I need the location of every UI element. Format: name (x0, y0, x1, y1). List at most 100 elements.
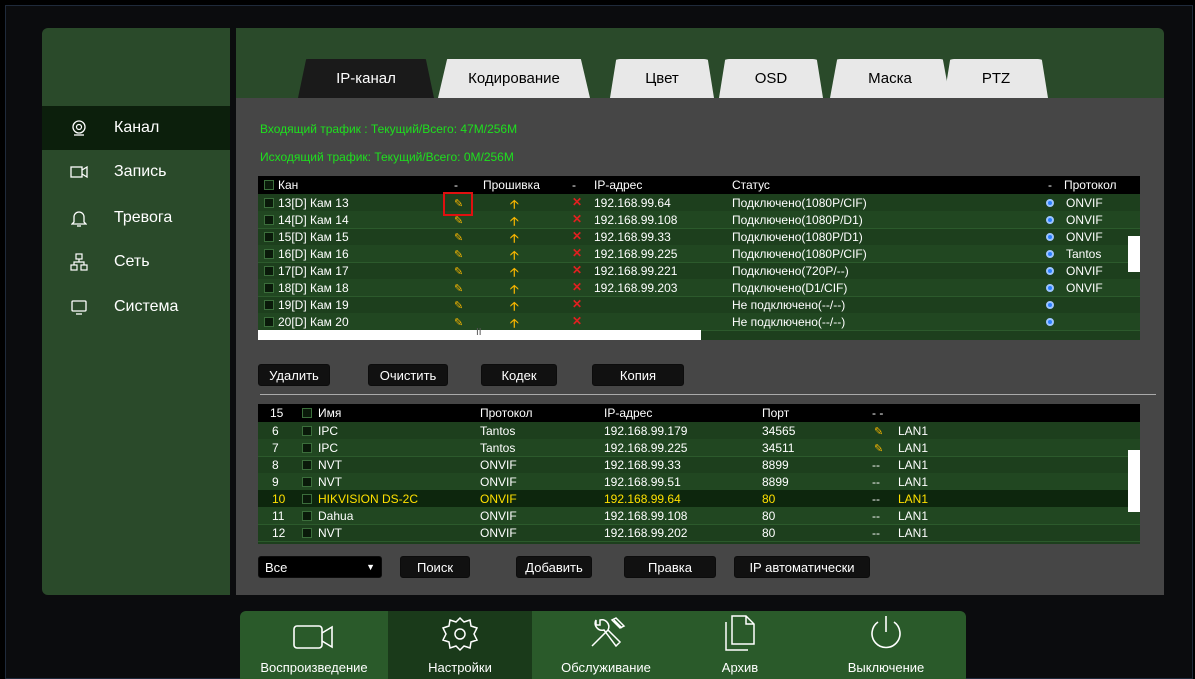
channel-ip: 192.168.99.225 (594, 247, 678, 261)
playback-button[interactable]: Воспроизведение (240, 611, 388, 679)
channel-status: Подключено(D1/CIF) (732, 281, 848, 295)
sidebar: Канал Запись Тревога Сеть Система (42, 28, 230, 595)
table-row[interactable]: 11 Dahua ONVIF 192.168.99.108 80 -- LAN1 (258, 507, 1140, 525)
channel-hscrollbar[interactable]: II (258, 327, 701, 340)
pencil-icon[interactable]: ✎ (454, 316, 463, 329)
sidebar-item-alarm[interactable]: Тревога (42, 196, 230, 240)
info-dot-icon[interactable] (1046, 216, 1054, 224)
table-row[interactable]: 9 NVT ONVIF 192.168.99.51 8899 -- LAN1 (258, 473, 1140, 491)
delete-x-icon[interactable]: ✕ (572, 195, 582, 209)
row-checkbox[interactable] (264, 266, 274, 276)
row-checkbox[interactable] (302, 460, 312, 470)
tab-mask[interactable]: Маска (830, 59, 950, 98)
info-dot-icon[interactable] (1046, 267, 1054, 275)
table-row[interactable]: 14[D] Кам 14 ✎ 🡡 ✕ 192.168.99.108 Подключено(… (258, 211, 1140, 229)
info-dot-icon[interactable] (1046, 284, 1054, 292)
row-checkbox[interactable] (264, 215, 274, 225)
pencil-icon[interactable]: ✎ (454, 299, 463, 312)
table-row[interactable]: 17[D] Кам 17 ✎ 🡡 ✕ 192.168.99.221 Подключено(… (258, 262, 1140, 280)
select-all-checkbox[interactable] (302, 408, 312, 418)
table-row[interactable]: 10 HIKVISION DS-2C ONVIF 192.168.99.64 80 -- L… (258, 490, 1140, 508)
table-row[interactable]: 15[D] Кам 15 ✎ 🡡 ✕ 192.168.99.33 Подключено(1… (258, 228, 1140, 246)
tab-encoding[interactable]: Кодирование (438, 59, 590, 98)
tab-label: PTZ (981, 70, 1011, 87)
add-button[interactable]: Добавить (516, 556, 592, 578)
delete-x-icon[interactable]: ✕ (572, 280, 582, 294)
device-scrollbar[interactable] (1128, 450, 1140, 512)
row-checkbox[interactable] (264, 317, 274, 327)
row-checkbox[interactable] (264, 249, 274, 259)
row-checkbox[interactable] (264, 283, 274, 293)
sidebar-item-channel[interactable]: Канал (42, 106, 230, 150)
pencil-icon[interactable]: ✎ (454, 282, 463, 295)
sidebar-item-network[interactable]: Сеть (42, 240, 230, 284)
delete-button[interactable]: Удалить (258, 364, 330, 386)
row-checkbox[interactable] (264, 198, 274, 208)
info-dot-icon[interactable] (1046, 301, 1054, 309)
row-checkbox[interactable] (302, 426, 312, 436)
select-all-checkbox[interactable] (264, 180, 274, 190)
table-header: 15 Имя Протокол IP-адрес Порт - - (258, 404, 1140, 422)
table-row[interactable]: 13[D] Кам 13 ✎ 🡡 ✕ 192.168.99.64 Подключено(1… (258, 194, 1140, 212)
edit-dash: -- (872, 458, 880, 472)
delete-x-icon[interactable]: ✕ (572, 297, 582, 311)
delete-x-icon[interactable]: ✕ (572, 263, 582, 277)
delete-x-icon[interactable]: ✕ (572, 212, 582, 226)
table-row[interactable]: 7 IPC Tantos 192.168.99.225 34511 ✎ LAN1 (258, 439, 1140, 457)
tab-osd[interactable]: OSD (719, 59, 823, 98)
pencil-icon[interactable]: ✎ (874, 425, 883, 438)
row-checkbox[interactable] (264, 232, 274, 242)
delete-x-icon[interactable]: ✕ (572, 314, 582, 328)
channel-name: 20[D] Кам 20 (278, 315, 349, 329)
info-dot-icon[interactable] (1046, 233, 1054, 241)
copy-button[interactable]: Копия (592, 364, 684, 386)
table-row[interactable]: 6 IPC Tantos 192.168.99.179 34565 ✎ LAN1 (258, 422, 1140, 440)
tab-color[interactable]: Цвет (610, 59, 714, 98)
table-row[interactable]: 12 NVT ONVIF 192.168.99.202 80 -- LAN1 (258, 524, 1140, 542)
edit-button[interactable]: Правка (624, 556, 716, 578)
row-checkbox[interactable] (302, 477, 312, 487)
table-row[interactable]: 19[D] Кам 19 ✎ 🡡 ✕ Не подключено(--/--) (258, 296, 1140, 314)
outgoing-traffic: Исходящий трафик: Текущий/Всего: 0M/256M (260, 150, 514, 164)
camera-lens-icon (70, 119, 88, 137)
tab-ip-channel[interactable]: IP-канал (298, 59, 434, 98)
table-row[interactable]: 20[D] Кам 20 ✎ 🡡 ✕ Не подключено(--/--) (258, 313, 1140, 331)
delete-x-icon[interactable]: ✕ (572, 229, 582, 243)
row-checkbox[interactable] (302, 511, 312, 521)
row-checkbox[interactable] (302, 494, 312, 504)
search-button[interactable]: Поиск (400, 556, 470, 578)
delete-x-icon[interactable]: ✕ (572, 246, 582, 260)
info-dot-icon[interactable] (1046, 318, 1054, 326)
pencil-icon[interactable]: ✎ (874, 442, 883, 455)
sidebar-item-system[interactable]: Система (42, 285, 230, 329)
codec-button[interactable]: Кодек (481, 364, 557, 386)
auto-ip-button[interactable]: IP автоматически (734, 556, 870, 578)
pencil-icon[interactable]: ✎ (454, 265, 463, 278)
sidebar-item-label: Тревога (114, 209, 173, 226)
maintenance-button[interactable]: Обслуживание (532, 611, 680, 679)
row-checkbox[interactable] (302, 528, 312, 538)
sidebar-item-record[interactable]: Запись (42, 150, 230, 194)
device-num: 11 (272, 509, 285, 523)
table-row[interactable]: 18[D] Кам 18 ✎ 🡡 ✕ 192.168.99.203 Подключено(… (258, 279, 1140, 297)
info-dot-icon[interactable] (1046, 250, 1054, 258)
pencil-icon[interactable]: ✎ (454, 231, 463, 244)
header-status: Статус (732, 178, 770, 192)
shutdown-button[interactable]: Выключение (806, 611, 966, 679)
archive-button[interactable]: Архив (680, 611, 800, 679)
row-checkbox[interactable] (302, 443, 312, 453)
settings-button[interactable]: Настройки (388, 611, 532, 679)
table-row[interactable]: 8 NVT ONVIF 192.168.99.33 8899 -- LAN1 (258, 456, 1140, 474)
row-checkbox[interactable] (264, 300, 274, 310)
pencil-icon[interactable]: ✎ (454, 248, 463, 261)
channel-scrollbar[interactable] (1128, 236, 1140, 272)
device-lan: LAN1 (898, 509, 929, 523)
filter-select[interactable]: Все ▼ (258, 556, 382, 578)
info-dot-icon[interactable] (1046, 199, 1054, 207)
device-ip: 192.168.99.51 (604, 475, 681, 489)
table-row[interactable]: 16[D] Кам 16 ✎ 🡡 ✕ 192.168.99.225 Подключено(… (258, 245, 1140, 263)
clear-button[interactable]: Очистить (368, 364, 448, 386)
tab-label: Маска (868, 70, 912, 87)
device-name: HIKVISION DS-2C (318, 492, 419, 506)
tab-ptz[interactable]: PTZ (944, 59, 1048, 98)
